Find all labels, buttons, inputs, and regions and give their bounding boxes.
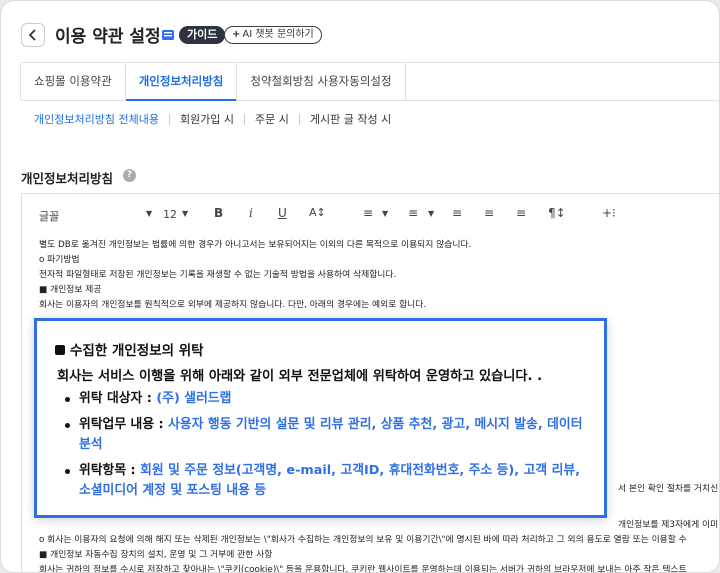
section-title: 개인정보처리방침 [21, 171, 114, 186]
terms-settings-panel: 이용 약관 설정 가이드 + AI 챗봇 문의하기 쇼핑몰 이용약관 개인정보처리… [0, 0, 720, 573]
book-icon[interactable] [161, 28, 175, 42]
guide-badge[interactable]: 가이드 [179, 26, 226, 44]
font-size-select[interactable]: 12 [163, 208, 177, 221]
italic-button[interactable]: i [249, 206, 253, 220]
content-line: ■ 개인정보 제공 [39, 285, 102, 295]
callout-title-text: 수집한 개인정보의 위탁 [70, 343, 204, 359]
font-family-label: 글꼴 [39, 210, 60, 223]
editor-toolbar: 글꼴 ▼ 12 ▼ B i U A↕ ≡ ▼ ≡ ▼ ≡ ≡ ≡ ¶↕ +⁝ [22, 194, 719, 235]
content-line: 별도 DB로 옮겨진 개인정보는 법률에 의한 경우가 아니고서는 보유되어지는… [39, 240, 472, 250]
text-style-button[interactable]: A↕ [309, 206, 326, 219]
bold-button[interactable]: B [214, 206, 223, 220]
bullet-list-button[interactable]: ≡ [408, 206, 418, 220]
tab-bar: 쇼핑몰 이용약관 개인정보처리방침 청약철회방침 사용자동의설정 [20, 62, 719, 101]
paragraph-spacing-button[interactable]: ¶↕ [548, 206, 566, 220]
callout-title: 수집한 개인정보의 위탁 [55, 339, 204, 359]
underline-button[interactable]: U [278, 206, 287, 220]
list-item: 위탁업무 내용 : 사용자 행동 기반의 설문 및 리뷰 관리, 상품 추천, … [65, 415, 595, 455]
align-left-button[interactable]: ≡ [452, 206, 462, 220]
font-size-caret-icon[interactable]: ▼ [182, 209, 188, 218]
chevron-left-icon [28, 29, 36, 41]
content-line: 서 본인 확인 절차를 거치신 [618, 484, 719, 494]
editor-content-top[interactable]: 별도 DB로 옮겨진 개인정보는 법률에 의한 경우가 아니고서는 보유되어지는… [39, 238, 719, 313]
content-line: 전자적 파일형태로 저장된 개인정보는 기록을 재생할 수 없는 기술적 방법을… [39, 270, 397, 280]
tab-withdrawal-consent[interactable]: 청약철회방침 사용자동의설정 [236, 63, 406, 100]
content-line: ■ 개인정보 자동수집 장치의 설치, 운영 및 그 거부에 관한 사항 [39, 550, 273, 560]
item-label: 위탁항목 : [79, 463, 136, 478]
content-line: o 파기방법 [39, 255, 80, 265]
item-value: 회원 및 주문 정보(고객명, e-mail, 고객ID, 휴대전화번호, 주소… [79, 463, 581, 498]
font-size-value: 12 [163, 208, 177, 221]
content-line: 회사는 귀하의 정보를 수시로 저장하고 찾아내는 \"쿠키(cookie)\"… [39, 565, 687, 573]
list-item: 위탁항목 : 회원 및 주문 정보(고객명, e-mail, 고객ID, 휴대전… [65, 461, 595, 501]
consignment-callout: 수집한 개인정보의 위탁 회사는 서비스 이행을 위해 아래와 같이 외부 전문… [34, 318, 607, 518]
sparkle-plus-icon: + [232, 29, 241, 40]
content-line: o 회사는 이용자의 요청에 의해 해지 또는 삭제된 개인정보는 \"회사가 … [39, 535, 687, 545]
subnav-divider [298, 113, 300, 125]
item-label: 위탁업무 내용 : [79, 417, 164, 432]
square-bullet-icon [55, 345, 65, 355]
tab-privacy-policy[interactable]: 개인정보처리방침 [124, 63, 238, 101]
subnav-divider [168, 113, 170, 125]
tab-shopping-terms[interactable]: 쇼핑몰 이용약관 [20, 63, 126, 100]
help-icon[interactable]: ? [123, 169, 136, 182]
back-button[interactable] [21, 23, 45, 47]
subnav-signup[interactable]: 회원가입 시 [180, 111, 234, 127]
content-line: 회사는 이용자의 개인정보를 원칙적으로 외부에 제공하지 않습니다. 다만, … [39, 300, 427, 310]
list-item: 위탁 대상자 : (주) 샐러드랩 [65, 389, 595, 409]
font-family-select[interactable]: 글꼴 [39, 208, 59, 224]
insert-button[interactable]: +⁝ [602, 206, 616, 220]
item-value: (주) 샐러드랩 [156, 391, 232, 406]
subnav-divider [244, 113, 246, 125]
align-right-button[interactable]: ≡ [516, 206, 526, 220]
subnav-board-post[interactable]: 게시판 글 작성 시 [310, 111, 391, 127]
editor-content-bottom[interactable]: 개인정보를 제3자에게 이미 제 o 회사는 이용자의 요청에 의해 해지 또는… [39, 518, 720, 573]
subnav-order[interactable]: 주문 시 [255, 111, 289, 127]
callout-list: 위탁 대상자 : (주) 샐러드랩 위탁업무 내용 : 사용자 행동 기반의 설… [65, 389, 595, 507]
ordered-list-button[interactable]: ≡ [363, 206, 373, 220]
font-family-caret-icon[interactable]: ▼ [146, 209, 152, 218]
bullet-list-caret-icon[interactable]: ▼ [428, 209, 434, 218]
callout-intro: 회사는 서비스 이행을 위해 아래와 같이 외부 전문업체에 위탁하여 운영하고… [57, 369, 543, 384]
item-label: 위탁 대상자 : [79, 391, 152, 406]
ai-chatbot-button[interactable]: + AI 챗봇 문의하기 [224, 26, 322, 44]
page-title: 이용 약관 설정 [55, 27, 161, 47]
content-line: 개인정보를 제3자에게 이미 제 [618, 520, 720, 530]
ordered-list-caret-icon[interactable]: ▼ [382, 209, 388, 218]
subnav-full-content[interactable]: 개인정보처리방침 전체내용 [34, 111, 159, 127]
ai-chatbot-label: AI 챗봇 문의하기 [242, 29, 314, 40]
align-center-button[interactable]: ≡ [484, 206, 494, 220]
sub-navigation: 개인정보처리방침 전체내용 회원가입 시 주문 시 게시판 글 작성 시 [34, 111, 391, 127]
